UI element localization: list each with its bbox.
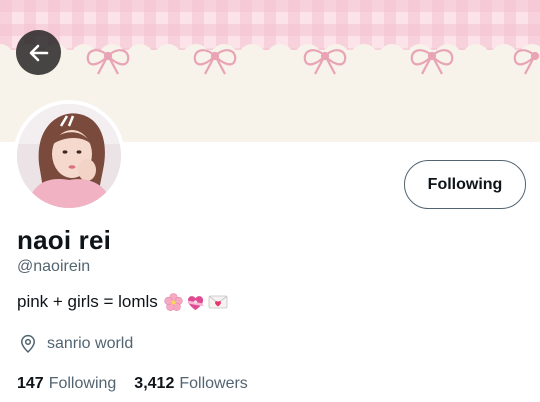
user-handle: @naoirein — [17, 258, 91, 275]
following-stat[interactable]: 147 Following — [17, 375, 116, 393]
location-text: sanrio world — [47, 335, 134, 352]
cherry-blossom-icon — [164, 292, 183, 311]
bio: pink + girls = lomls — [17, 292, 228, 312]
following-button[interactable]: Following — [404, 160, 526, 209]
bio-text: pink + girls = lomls — [17, 292, 158, 311]
heart-with-ribbon-icon — [187, 295, 203, 310]
back-button[interactable] — [16, 30, 61, 75]
love-letter-icon — [208, 295, 228, 309]
location-pin-icon — [20, 334, 36, 353]
bio-emojis — [164, 292, 228, 312]
avatar[interactable] — [13, 100, 125, 212]
location: sanrio world — [18, 334, 133, 354]
followers-stat[interactable]: 3,412 Followers — [134, 375, 248, 393]
followers-label: Followers — [179, 375, 248, 392]
followers-count: 3,412 — [134, 375, 175, 392]
follow-stats: 147 Following 3,412 Followers — [17, 375, 248, 393]
following-label: Following — [48, 375, 117, 392]
arrow-left-icon — [29, 44, 48, 61]
avatar-photo — [17, 104, 121, 208]
display-name: naoi rei — [17, 225, 112, 255]
following-count: 147 — [17, 375, 44, 392]
